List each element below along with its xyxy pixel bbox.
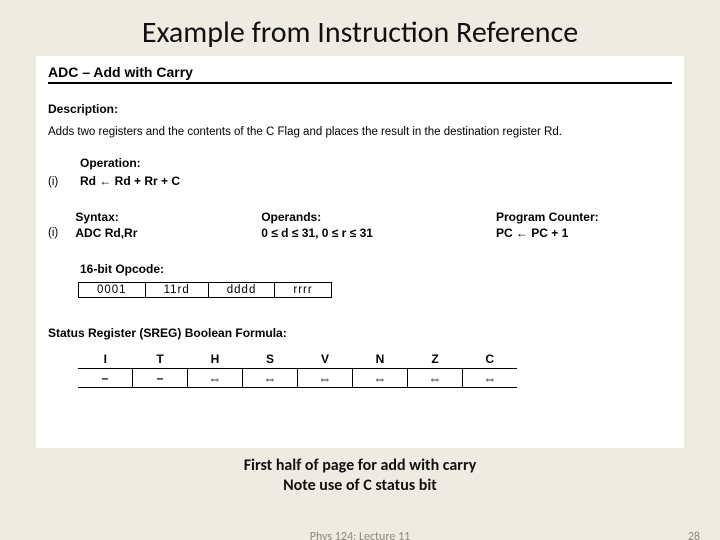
syntax-value: ADC Rd,Rr xyxy=(75,224,261,240)
sreg-header: S xyxy=(243,350,298,369)
sreg-value: ⇔ xyxy=(408,369,463,388)
sreg-value: ⇔ xyxy=(463,369,518,388)
syntax-row: (i) Syntax: ADC Rd,Rr Operands: 0 ≤ d ≤ … xyxy=(48,210,672,240)
sreg-header: I xyxy=(78,350,133,369)
sreg-header: N xyxy=(353,350,408,369)
operands-label: Operands: xyxy=(261,210,496,224)
caption: First half of page for add with carry No… xyxy=(0,456,720,496)
instruction-header: ADC – Add with Carry xyxy=(48,64,672,84)
sreg-value: ⇔ xyxy=(353,369,408,388)
description-label: Description: xyxy=(48,102,672,116)
footer-center: Phys 124: Lecture 11 xyxy=(0,530,720,540)
opcode-cell: 0001 xyxy=(79,283,146,298)
page-title: Example from Instruction Reference xyxy=(0,0,720,51)
sreg-header: V xyxy=(298,350,353,369)
pc-label: Program Counter: xyxy=(496,210,672,224)
sreg-value: – xyxy=(133,369,188,388)
opcode-cell: 11rd xyxy=(145,283,208,298)
caption-line-1: First half of page for add with carry xyxy=(244,456,477,475)
opcode-table: 0001 11rd dddd rrrr xyxy=(78,282,332,298)
sreg-value: ⇔ xyxy=(298,369,353,388)
opcode-label: 16-bit Opcode: xyxy=(48,262,672,276)
pc-value: PC ← PC + 1 xyxy=(496,224,672,240)
syntax-roman: (i) xyxy=(48,227,75,240)
operation-roman: (i) xyxy=(48,176,76,188)
page-number: 28 xyxy=(688,530,700,540)
opcode-cell: dddd xyxy=(208,283,275,298)
operation-block: Operation: (i) Rd ← Rd + Rr + C xyxy=(48,156,672,188)
sreg-value: – xyxy=(78,369,133,388)
sreg-header: C xyxy=(463,350,518,369)
sreg-table: I T H S V N Z C – – ⇔ ⇔ ⇔ ⇔ ⇔ ⇔ xyxy=(78,350,517,388)
reference-panel: ADC – Add with Carry Description: Adds t… xyxy=(36,56,684,448)
sreg-value: ⇔ xyxy=(243,369,298,388)
sreg-header: Z xyxy=(408,350,463,369)
sreg-label: Status Register (SREG) Boolean Formula: xyxy=(48,326,672,340)
sreg-header: H xyxy=(188,350,243,369)
operation-formula: Rd ← Rd + Rr + C xyxy=(76,172,672,188)
syntax-label: Syntax: xyxy=(75,210,261,224)
description-text: Adds two registers and the contents of t… xyxy=(48,126,672,138)
opcode-cell: rrrr xyxy=(275,283,331,298)
sreg-value: ⇔ xyxy=(188,369,243,388)
operation-label: Operation: xyxy=(48,156,672,170)
caption-line-2: Note use of C status bit xyxy=(283,476,437,495)
operands-value: 0 ≤ d ≤ 31, 0 ≤ r ≤ 31 xyxy=(261,224,496,240)
sreg-header: T xyxy=(133,350,188,369)
slide: Example from Instruction Reference ADC –… xyxy=(0,0,720,540)
